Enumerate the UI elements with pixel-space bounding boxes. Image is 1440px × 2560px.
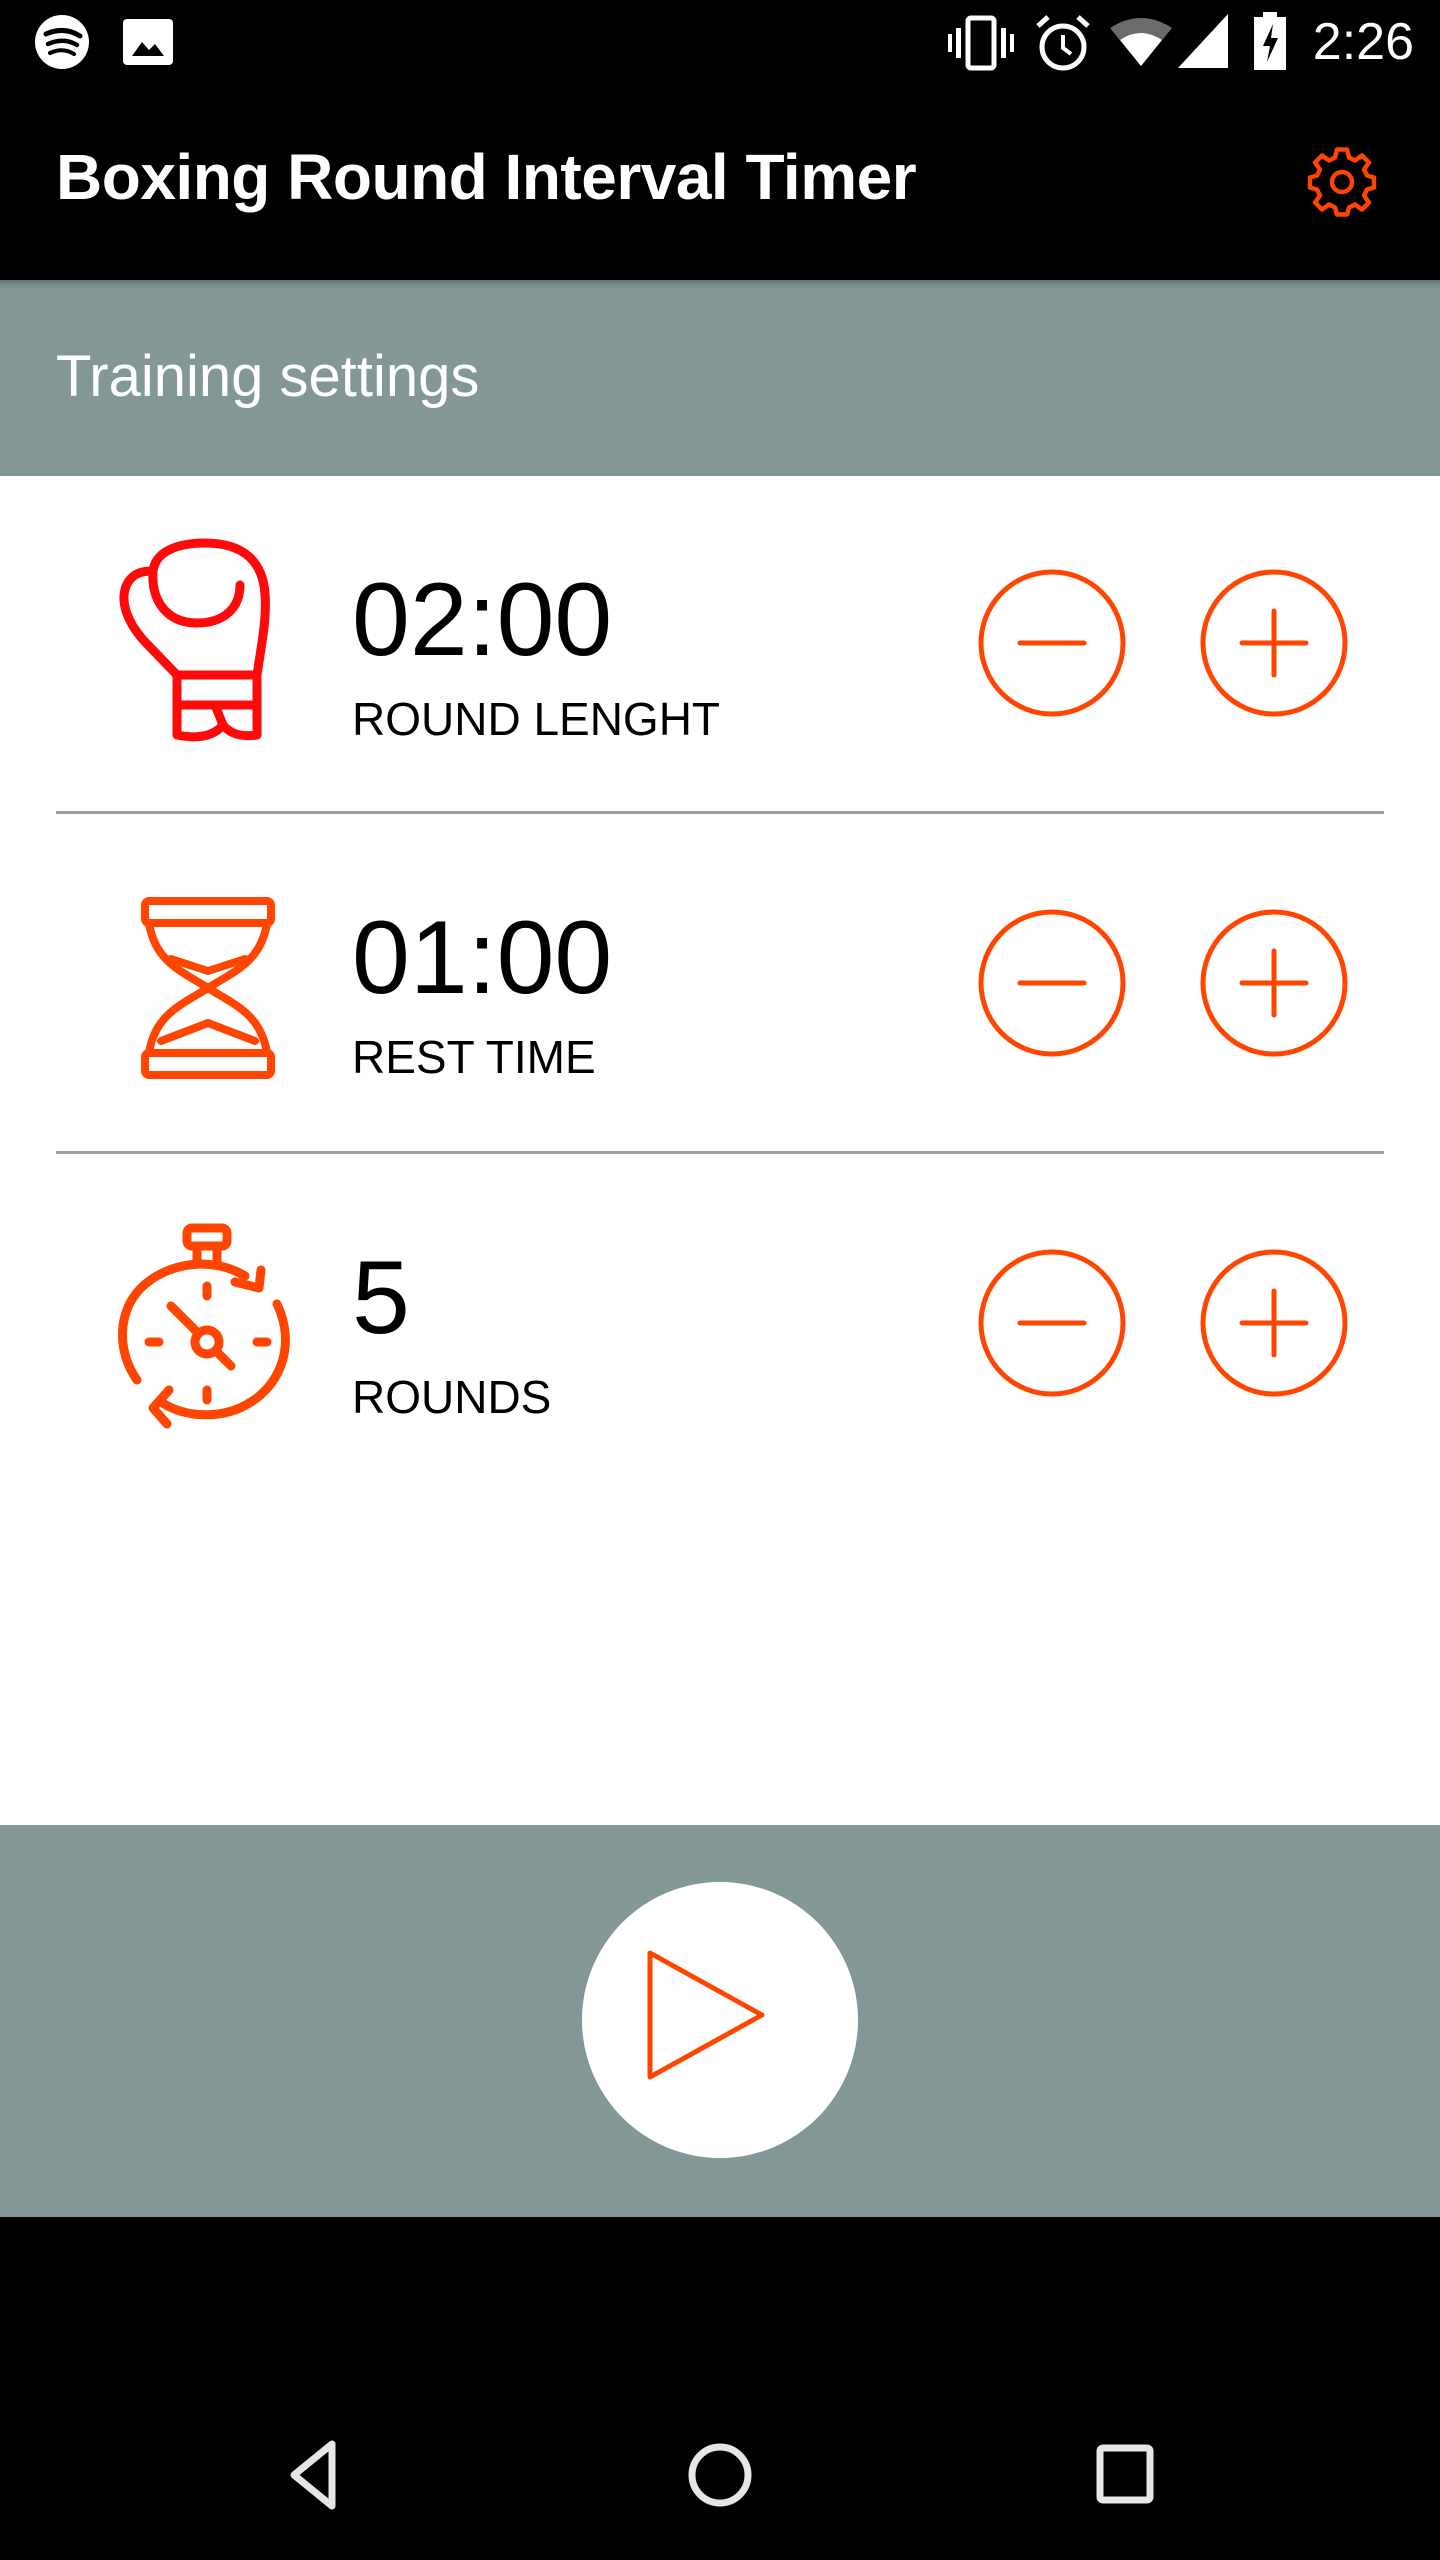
alarm-icon <box>1036 15 1090 71</box>
rest-time-value: 01:00 <box>352 900 613 1016</box>
back-icon <box>290 2440 336 2510</box>
rounds-label: ROUNDS <box>352 1371 552 1423</box>
settings-row-rest-time: 01:00 REST TIME <box>0 814 1440 1152</box>
wifi-icon <box>1110 18 1172 66</box>
back-button[interactable] <box>260 2420 370 2530</box>
plus-icon <box>1239 1288 1309 1358</box>
stopwatch-icon <box>118 1223 290 1429</box>
rounds-value: 5 <box>352 1240 410 1356</box>
round-length-increment-button[interactable] <box>1199 568 1349 718</box>
round-length-value: 02:00 <box>352 562 613 678</box>
gear-icon <box>1307 147 1377 217</box>
app-title: Boxing Round Interval Timer <box>56 141 917 213</box>
play-icon <box>647 1950 765 2080</box>
plus-icon <box>1239 608 1309 678</box>
rest-time-decrement-button[interactable] <box>977 908 1127 1058</box>
boxing-glove-icon <box>119 538 270 742</box>
battery-charging-icon <box>1254 12 1286 70</box>
status-bar: 2:26 <box>0 0 1440 86</box>
image-icon <box>123 19 173 65</box>
home-button[interactable] <box>665 2420 775 2530</box>
signal-icon <box>1178 14 1228 68</box>
rest-time-increment-button[interactable] <box>1199 908 1349 1058</box>
vibrate-icon <box>948 15 1014 71</box>
round-length-label: ROUND LENGHT <box>352 693 721 745</box>
section-title: Training settings <box>56 344 480 409</box>
start-button[interactable] <box>582 1882 858 2158</box>
settings-button[interactable] <box>1302 142 1382 222</box>
hourglass-icon <box>141 897 275 1079</box>
status-clock: 2:26 <box>1312 13 1414 71</box>
home-icon <box>688 2443 752 2507</box>
settings-row-round-length: 02:00 ROUND LENGHT <box>0 476 1440 812</box>
rounds-decrement-button[interactable] <box>977 1248 1127 1398</box>
settings-row-rounds: 5 ROUNDS <box>0 1154 1440 1494</box>
plus-icon <box>1239 948 1309 1018</box>
round-length-decrement-button[interactable] <box>977 568 1127 718</box>
recents-icon <box>1096 2444 1154 2504</box>
rounds-increment-button[interactable] <box>1199 1248 1349 1398</box>
recents-button[interactable] <box>1070 2420 1180 2530</box>
spotify-icon <box>35 15 89 69</box>
rest-time-label: REST TIME <box>352 1031 596 1083</box>
